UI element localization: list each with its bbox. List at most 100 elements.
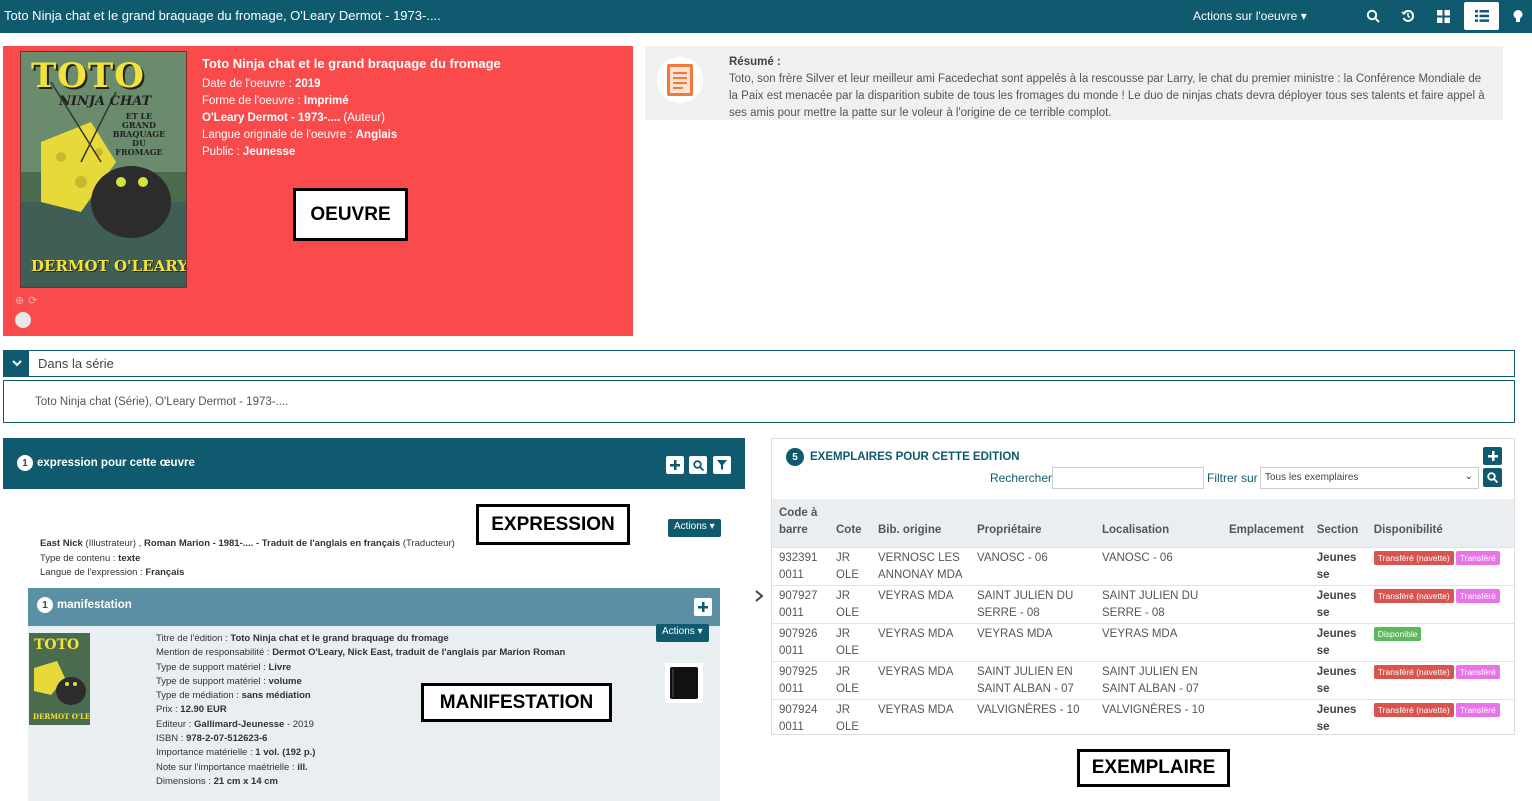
manifestation-cover-image[interactable]: TOTO DERMOT O'LEARY [29,633,90,725]
section-cell: Jeunes se [1309,585,1367,624]
loc-cell: VALVIGNÈRES - 10 [1095,699,1222,738]
refresh-icon[interactable]: ⟳ [28,294,37,307]
bib-cell: VEYRAS MDA [871,623,970,662]
loc-cell: VEYRAS MDA [1095,623,1222,662]
expression-info: East Nick (Illustrateur) , Roman Marion … [40,537,455,581]
history-icon[interactable] [1398,6,1418,26]
filter-expression-button[interactable] [713,456,731,474]
search-icon [692,459,704,471]
book-cover-image[interactable]: TOTO NINJA CHAT ET LE GRAND BRAQUAGE DU … [20,51,187,288]
barcode-cell[interactable]: 907925 0011 [772,661,829,700]
publisher-link[interactable]: Gallimard-Jeunesse [194,719,284,730]
section-cell: Jeunes se [1309,623,1367,662]
exemplaires-table: Code à barre Cote Bib. origine Propriéta… [772,499,1514,738]
search-icon[interactable] [1363,6,1383,26]
line-label: Titre de l'édition : [156,633,231,644]
column-header[interactable]: Bib. origine [871,499,970,548]
oeuvre-info: Date de l'oeuvre : 2019 Forme de l'oeuvr… [202,76,397,161]
filter-select[interactable]: Tous les exemplaires ⌄ [1260,467,1479,489]
column-header[interactable]: Section [1309,499,1367,548]
column-header[interactable]: Propriétaire [970,499,1095,548]
exemplaires-title: 5 EXEMPLAIRES POUR CETTE EDITION [786,448,1020,466]
line-value: Dermot O'Leary, Nick East, traduit de l'… [272,647,566,659]
column-header[interactable]: Localisation [1095,499,1222,548]
barcode-cell[interactable]: 907924 0011 [772,699,829,738]
filter-selected-value: Tous les exemplaires [1265,472,1359,483]
barcode-cell[interactable]: 907926 0011 [772,623,829,662]
add-manifestation-button[interactable] [694,598,712,616]
search-input[interactable] [1052,467,1204,489]
oeuvre-card: TOTO NINJA CHAT ET LE GRAND BRAQUAGE DU … [3,46,633,336]
column-header[interactable]: Emplacement [1222,499,1310,548]
oeuvre-annotation-label: OEUVRE [293,188,408,241]
exemplaires-panel: 5 EXEMPLAIRES POUR CETTE EDITION Recherc… [771,438,1515,738]
expression-contributors: East Nick (Illustrateur) , Roman Marion … [40,537,455,552]
expression-actions-button[interactable]: Actions ▾ [668,519,721,537]
top-bar: Toto Ninja chat et le grand braquage du … [0,0,1532,33]
series-label: Dans la série [38,356,114,371]
forme-label: Forme de l'oeuvre : [202,95,304,107]
author-link[interactable]: O'Leary Dermot - 1973-.... [202,112,340,124]
chevron-right-icon[interactable] [754,589,764,608]
cover-controls: ⊕ ⟳ [15,294,37,307]
expression-langue-row: Langue de l'expression : Français [40,566,455,581]
barcode-cell[interactable]: 907927 0011 [772,585,829,624]
cote-cell: JR OLE [829,585,871,624]
list-view-icon[interactable] [1472,6,1492,26]
manif-line: ISBN : 978-2-07-512623-6 [156,732,565,746]
bib-cell: VEYRAS MDA [871,585,970,624]
svg-text:DERMOT O'LEARY: DERMOT O'LEARY [33,712,90,721]
series-header[interactable]: Dans la série [3,350,1515,377]
search-button[interactable] [1483,468,1502,487]
line-label: Mention de responsabilité : [156,647,273,659]
line-value: Toto Ninja chat et le grand braquage du … [230,633,449,644]
column-header[interactable]: Code à barre [772,499,829,548]
cote-cell: JR OLE [829,699,871,738]
empl-cell [1222,699,1310,738]
contributor-2[interactable]: Roman Marion - 1981-.... - Traduit de l'… [144,538,400,549]
line-value: 978-2-07-512623-6 [186,733,268,745]
table-row[interactable]: 907924 0011 JR OLE VEYRAS MDA VALVIGNÈRE… [772,699,1514,738]
oeuvre-actions-label: Actions sur l'oeuvre [1193,9,1298,23]
status-badge: Transféré [1455,703,1500,717]
oeuvre-actions-menu[interactable]: Actions sur l'oeuvre ▾ [1193,9,1307,23]
status-badge: Transféré (navette) [1373,665,1454,679]
search-expression-button[interactable] [689,456,707,474]
table-row[interactable]: 907926 0011 JR OLE VEYRAS MDA VEYRAS MDA… [772,623,1514,662]
status-badge: Transféré [1455,551,1500,565]
column-header[interactable]: Cote [829,499,871,548]
proprio-cell: SAINT JULIEN DU SERRE - 08 [970,585,1095,624]
zoom-icon[interactable]: ⊕ [15,294,24,307]
column-header[interactable]: Disponibilité [1366,499,1514,548]
section-cell: Jeunes se [1309,661,1367,700]
table-row[interactable]: 907927 0011 JR OLE VEYRAS MDA SAINT JULI… [772,585,1514,624]
grid-view-icon[interactable] [1433,6,1453,26]
manifestation-body: TOTO DERMOT O'LEARY Titre de l'édition :… [28,624,720,801]
proprio-cell: SAINT JULIEN EN SAINT ALBAN - 07 [970,661,1095,700]
cover-author: DERMOT O'LEARY [31,257,187,275]
loc-cell: SAINT JULIEN EN SAINT ALBAN - 07 [1095,661,1222,700]
loc-cell: VANOSC - 06 [1095,547,1222,586]
series-link[interactable]: Toto Ninja chat (Série), O'Leary Dermot … [35,396,288,408]
add-expression-button[interactable] [666,456,684,474]
manifestation-actions-button[interactable]: Actions ▾ [656,624,709,642]
manif-line: Mention de responsabilité : Dermot O'Lea… [156,646,565,660]
chevron-down-icon[interactable] [4,351,29,376]
barcode-cell[interactable]: 932391 0011 [772,547,829,586]
status-cell: Transféré (navette) Transféré [1366,547,1514,586]
line-extra: - 2019 [284,718,314,730]
line-value: volume [268,675,302,687]
table-row[interactable]: 907925 0011 JR OLE VEYRAS MDA SAINT JULI… [772,661,1514,700]
line-value: 12.90 EUR [180,704,227,716]
date-label: Date de l'oeuvre : [202,78,295,90]
manifestation-annotation-label: MANIFESTATION [421,683,612,722]
empl-cell [1222,547,1310,586]
add-exemplaire-button[interactable] [1483,447,1502,465]
bulb-icon[interactable] [1508,6,1528,26]
table-row[interactable]: 932391 0011 JR OLE VERNOSC LES ANNONAY M… [772,547,1514,586]
contributor-1[interactable]: East Nick [40,538,83,549]
indicator-dot[interactable] [15,312,31,328]
manifestation-title: 1 manifestation [37,597,132,613]
proprio-cell: VALVIGNÈRES - 10 [970,699,1095,738]
cote-cell: JR OLE [829,547,871,586]
